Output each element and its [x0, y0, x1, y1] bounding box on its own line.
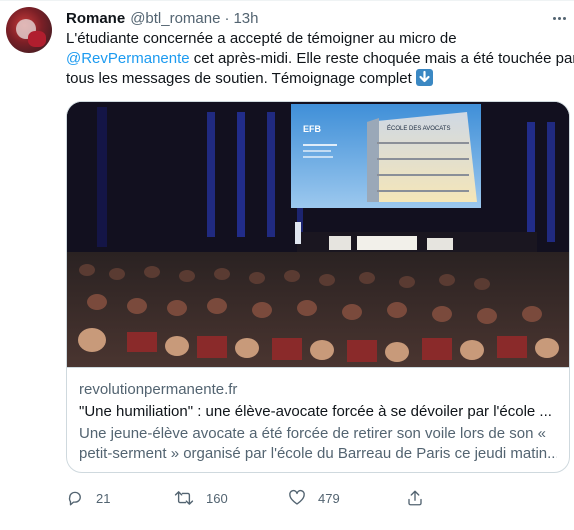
reply-count: 21 — [96, 490, 111, 506]
reply-icon — [66, 489, 84, 507]
retweet-count: 160 — [206, 490, 228, 506]
tweet-text-segment: cet après-midi. Elle reste choquée mais … — [189, 50, 574, 67]
card-title: "Une humiliation" : une élève-avocate fo… — [79, 403, 552, 420]
author-handle[interactable]: @btl_romane — [130, 10, 220, 27]
card-image[interactable]: ÉCOLE DES AVOCATS EFB — [67, 102, 569, 367]
tweet-text-segment: tous les messages de soutien. Témoignage… — [66, 70, 412, 87]
reply-button[interactable]: 21 — [66, 486, 110, 510]
tweet-text-line: tous les messages de soutien. Témoignage… — [66, 69, 566, 89]
card-description: Une jeune-élève avocate a été forcée de … — [79, 424, 557, 464]
card-description-line: petit-serment » organisé par l'école du … — [79, 445, 557, 462]
timestamp[interactable]: 13h — [233, 10, 258, 27]
tweet-header: Romane @btl_romane · 13h — [66, 8, 259, 28]
share-icon — [406, 489, 424, 507]
retweet-button[interactable]: 160 — [174, 486, 228, 510]
separator: · — [224, 9, 230, 27]
card-description-line: Une jeune-élève avocate a été forcée de … — [79, 425, 546, 442]
tweet[interactable]: Romane @btl_romane · 13h L'étudiante con… — [0, 0, 574, 530]
link-card[interactable]: ÉCOLE DES AVOCATS EFB revolutionpermanen… — [66, 101, 570, 473]
retweet-icon — [174, 489, 194, 507]
tweet-actions: 21 160 479 — [66, 486, 506, 510]
tweet-text-line: L'étudiante concernée a accepté de témoi… — [66, 30, 457, 47]
building-sign-text: ÉCOLE DES AVOCATS — [387, 125, 450, 132]
like-button[interactable]: 479 — [288, 486, 340, 510]
heart-icon — [288, 489, 306, 507]
screen-logo-text: EFB — [303, 124, 322, 134]
share-button[interactable] — [406, 486, 424, 510]
mention-link[interactable]: @RevPermanente — [66, 50, 190, 67]
tweet-text: L'étudiante concernée a accepté de témoi… — [66, 29, 574, 89]
card-domain: revolutionpermanente.fr — [79, 381, 238, 398]
like-count: 479 — [318, 490, 340, 506]
tweet-text-line: @RevPermanente cet après-midi. Elle rest… — [66, 49, 574, 69]
down-arrow-emoji-icon — [415, 69, 433, 86]
avatar[interactable] — [6, 7, 52, 53]
card-body[interactable]: revolutionpermanente.fr "Une humiliation… — [67, 367, 569, 472]
author-name[interactable]: Romane — [66, 10, 125, 27]
more-options-icon[interactable] — [549, 9, 569, 27]
